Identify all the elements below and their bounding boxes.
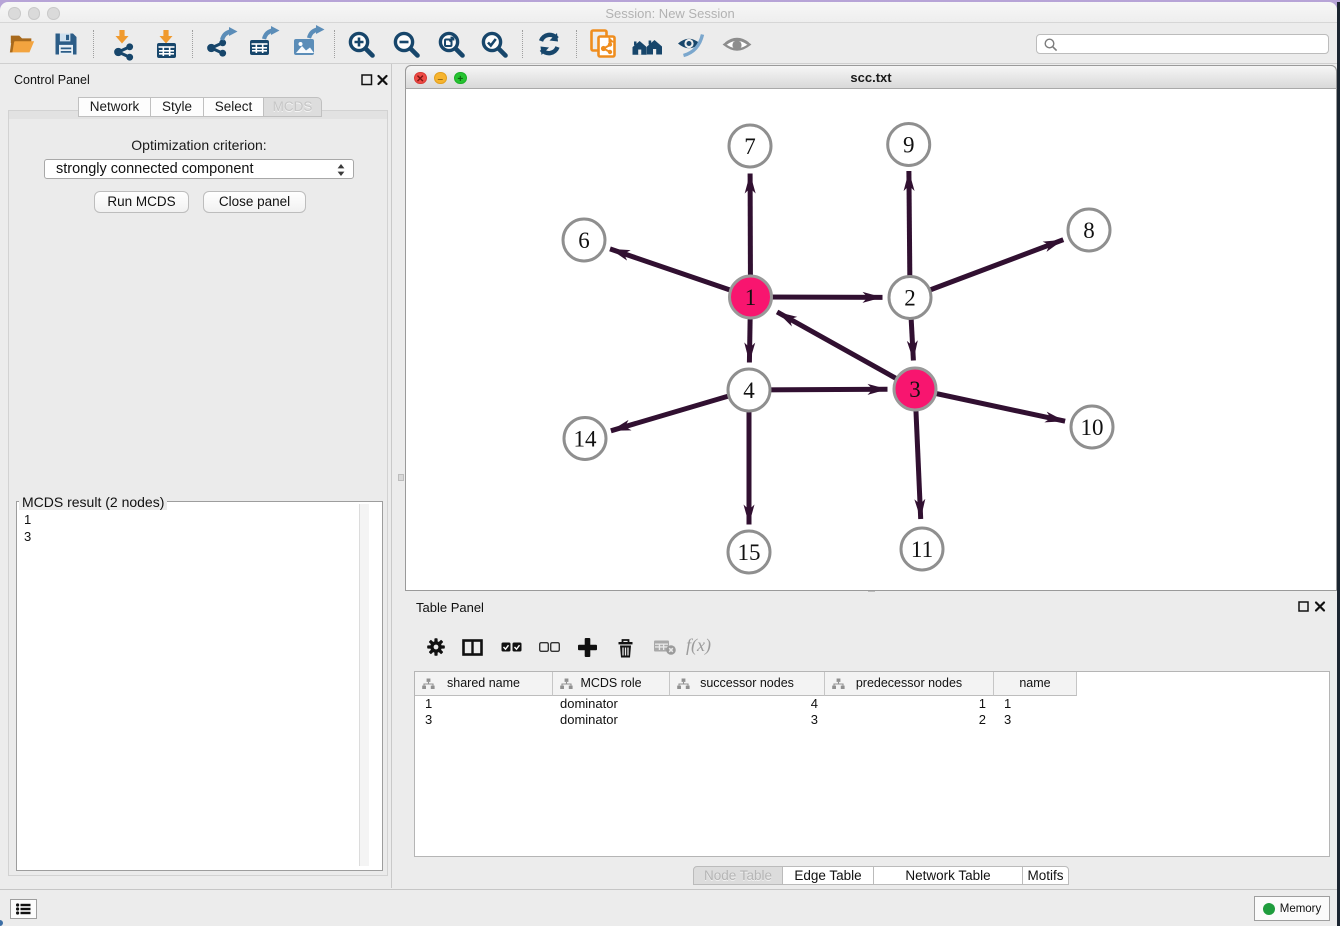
svg-text:8: 8	[1083, 218, 1095, 243]
svg-text:10: 10	[1081, 415, 1104, 440]
svg-text:2: 2	[904, 286, 916, 311]
svg-text:11: 11	[911, 537, 933, 562]
svg-text:14: 14	[574, 427, 598, 452]
svg-text:4: 4	[743, 378, 755, 403]
svg-text:15: 15	[738, 540, 761, 565]
svg-text:1: 1	[745, 285, 757, 310]
svg-text:6: 6	[578, 228, 590, 253]
svg-text:9: 9	[903, 133, 915, 158]
svg-text:7: 7	[744, 134, 756, 159]
svg-text:3: 3	[909, 377, 921, 402]
